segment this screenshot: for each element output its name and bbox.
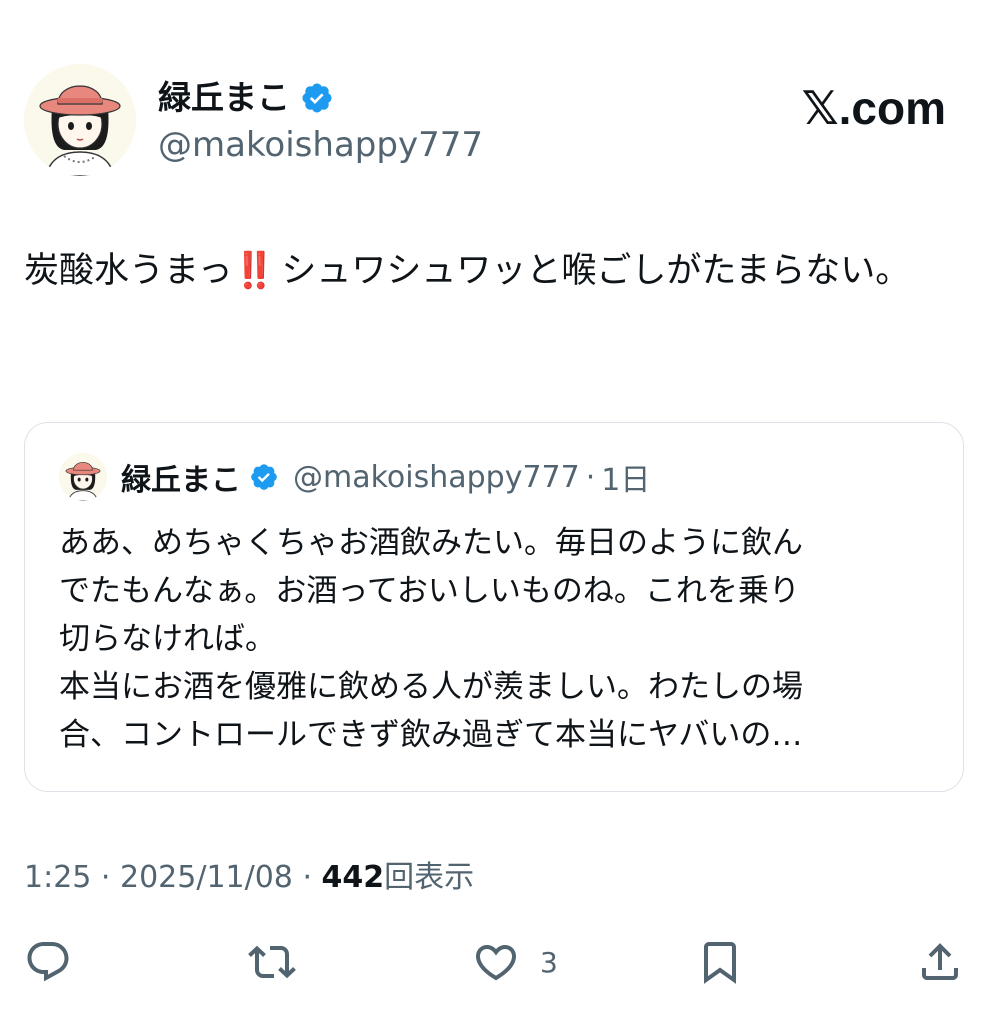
share-button[interactable] — [916, 938, 964, 986]
quoted-text-line: でたもんなぁ。お酒っておいしいものね。これを乗り — [59, 573, 800, 609]
quoted-avatar — [59, 453, 107, 501]
reply-icon — [27, 942, 69, 982]
meta-separator: · — [91, 860, 120, 895]
like-count: 3 — [540, 945, 558, 979]
quoted-handle: @makoishappy777 — [293, 459, 580, 495]
quoted-text-line: 本当にお酒を優雅に飲める人が羨ましい。わたしの場 — [59, 669, 803, 705]
x-com-logo: 𝕏.com — [801, 82, 946, 134]
quoted-avatar-illustration — [59, 453, 107, 501]
tweet-date[interactable]: 2025/11/08 — [120, 860, 293, 895]
quoted-timestamp: 1日 — [601, 463, 651, 498]
bookmark-icon — [704, 942, 736, 984]
tweet-meta: 1:25 · 2025/11/08 · 442回表示 — [24, 856, 474, 900]
tweet-text-end: シュワシュワッと喉ごしがたまらない。 — [270, 251, 911, 291]
quoted-header: 緑丘まこ @makoishappy777 · 1日 — [121, 455, 650, 499]
quoted-text-line: ああ、めちゃくちゃお酒飲みたい。毎日のように飲ん — [59, 525, 803, 561]
tweet-text-start: 炭酸水うまっ — [24, 251, 233, 291]
quoted-text-line: 切らなければ。 — [59, 621, 276, 657]
share-icon — [922, 943, 958, 980]
verified-badge-icon — [300, 81, 334, 115]
avatar[interactable] — [24, 64, 136, 176]
quoted-tweet-text: ああ、めちゃくちゃお酒飲みたい。毎日のように飲ん でたもんなぁ。お酒っておいしい… — [59, 519, 929, 759]
avatar-illustration — [24, 64, 136, 176]
quoted-display-name: 緑丘まこ — [121, 463, 241, 498]
meta-separator: · — [292, 860, 322, 895]
retweet-icon — [248, 945, 296, 979]
view-count: 442 — [321, 860, 385, 895]
tweet-text: 炭酸水うまっ‼️ シュワシュワッと喉ごしがたまらない。 — [24, 242, 954, 300]
display-name-text: 緑丘まこ — [158, 78, 290, 117]
like-button[interactable]: 3 — [472, 938, 558, 986]
double-exclamation-emoji: ‼️ — [232, 251, 277, 291]
quoted-separator: · — [585, 459, 596, 495]
quoted-text-line: 合、コントロールできず飲み過ぎて本当にヤバいの… — [59, 717, 803, 753]
quoted-tweet-card[interactable]: 緑丘まこ @makoishappy777 · 1日 ああ、めちゃくちゃお酒飲みた… — [24, 422, 964, 792]
display-name[interactable]: 緑丘まこ — [158, 78, 334, 118]
bookmark-button[interactable] — [696, 938, 744, 986]
view-count-label: 回表示 — [384, 860, 475, 895]
user-handle[interactable]: @makoishappy777 — [158, 124, 483, 166]
heart-icon — [475, 945, 517, 981]
tweet-time[interactable]: 1:25 — [24, 860, 91, 895]
quoted-verified-badge-icon — [249, 462, 279, 492]
retweet-button[interactable] — [248, 938, 296, 986]
reply-button[interactable] — [24, 938, 72, 986]
